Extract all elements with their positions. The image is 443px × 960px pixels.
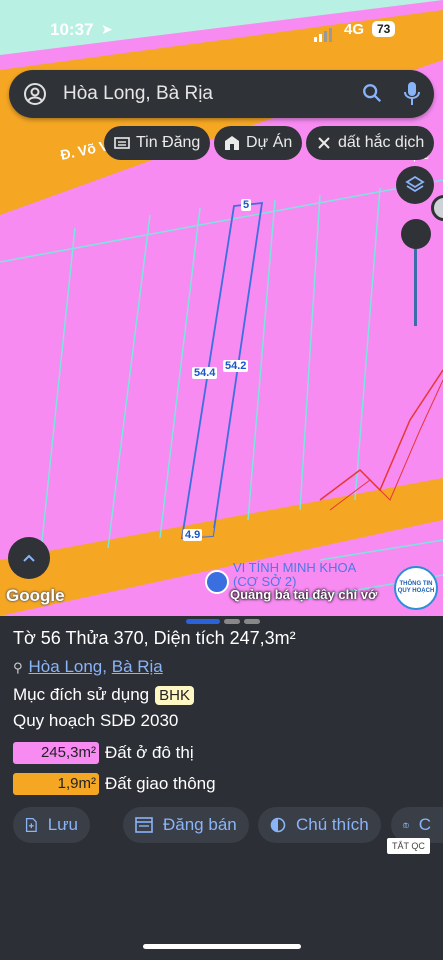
status-time: 10:37 (50, 20, 94, 39)
purpose-label: Mục đích sử dụng (13, 685, 150, 704)
layers-icon (405, 175, 425, 193)
turn-off-ads-button[interactable]: TẮT QC (387, 838, 430, 854)
search-input[interactable]: Hòa Long, Bà Rịa (63, 83, 213, 105)
contrast-icon (270, 817, 286, 833)
land-plan: Quy hoạch SDĐ 2030 (13, 711, 179, 730)
save-plus-icon (25, 818, 37, 832)
area-value: 245,3m² (13, 742, 99, 764)
home-indicator[interactable] (143, 944, 301, 949)
post-sale-label: Đăng bán (163, 815, 237, 834)
chip-du-an[interactable]: Dự Án (214, 126, 303, 160)
search-bar[interactable]: Hòa Long, Bà Rịa (9, 70, 434, 118)
signal-icon (314, 24, 334, 42)
poi-name[interactable]: VI TÍNH MINH KHOA (CƠ SỞ 2) (233, 561, 383, 589)
panel-page-indicator[interactable] (186, 619, 260, 624)
area-label: Đất giao thông (105, 774, 216, 793)
purpose-code-badge: BHK (155, 686, 194, 705)
dimension-top: 5 (241, 199, 252, 211)
opacity-slider-track[interactable] (414, 240, 417, 326)
store-pin-icon[interactable] (205, 570, 229, 594)
chip-dat-hac-dich[interactable]: dất hắc dịch (306, 126, 435, 160)
close-icon (318, 137, 330, 149)
camera-label: C (418, 815, 431, 834)
legend-label: Chú thích (296, 815, 369, 834)
parcel-location: ⚲ Hòa Long, Bà Rịa (13, 657, 163, 677)
listing-icon (135, 817, 153, 833)
land-purpose: Mục đích sử dụng BHK (13, 685, 194, 705)
ward-link[interactable]: Hòa Long (29, 657, 103, 676)
location-arrow-icon: ➤ (101, 21, 113, 37)
dimension-bottom: 4.9 (183, 529, 203, 541)
building-icon (225, 136, 239, 150)
chip-tin-dang[interactable]: Tin Đăng (104, 126, 211, 160)
camera-icon (403, 822, 409, 828)
battery-level: 73 (372, 21, 396, 37)
area-value: 1,9m² (13, 773, 99, 795)
chevron-up-icon (23, 554, 35, 562)
chip-label: Dự Án (246, 134, 293, 151)
newspaper-icon (114, 137, 130, 149)
quy-hoach-logo[interactable]: THÔNG TIN QUY HOẠCH (394, 566, 438, 610)
location-pin-icon: ⚲ (13, 660, 23, 675)
google-logo: Google (6, 586, 65, 605)
microphone-icon[interactable] (403, 81, 421, 107)
city-link[interactable]: Bà Rịa (112, 657, 163, 676)
promo-text[interactable]: Quảng bá tại đây chỉ vớ (230, 587, 377, 602)
legend-button[interactable]: Chú thích (258, 807, 381, 843)
chip-label: dất hắc dịch (338, 134, 425, 151)
save-label: Lưu (47, 815, 78, 834)
account-icon[interactable] (23, 82, 47, 106)
area-label: Đất ở đô thị (105, 743, 194, 762)
location-separator: , (102, 657, 107, 676)
dimension-left: 54.4 (192, 367, 218, 379)
area-row-traffic: 1,9m² Đất giao thông (13, 772, 216, 796)
search-icon[interactable] (361, 82, 383, 104)
parcel-title: Tờ 56 Thửa 370, Diện tích 247,3m² (13, 628, 296, 648)
post-sale-button[interactable]: Đăng bán (123, 807, 249, 843)
network-type: 4G (344, 21, 365, 38)
layers-button[interactable] (396, 166, 434, 204)
save-button[interactable]: Lưu (13, 807, 90, 843)
chip-label: Tin Đăng (136, 134, 201, 151)
expand-up-button[interactable] (8, 537, 50, 579)
dimension-right: 54.2 (223, 360, 249, 372)
area-row-residential: 245,3m² Đất ở đô thị (13, 741, 194, 765)
opacity-slider-knob[interactable] (401, 219, 431, 249)
status-bar: 10:37 ➤ 4G 73 (0, 0, 443, 60)
